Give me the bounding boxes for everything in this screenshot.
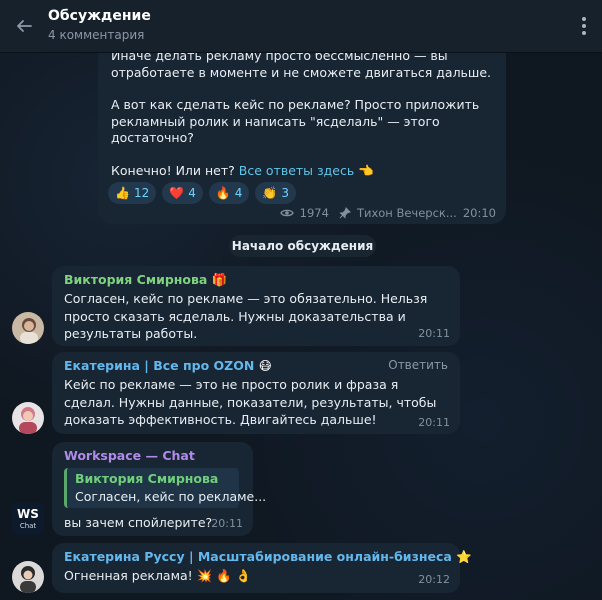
comment-text: Кейс по рекламе — это не просто ролик и … [64, 377, 437, 427]
quote-text: Согласен, кейс по рекламе... [75, 489, 267, 504]
view-count: 1974 [299, 206, 329, 220]
comment-text: Согласен, кейс по рекламе — это обязател… [64, 291, 428, 341]
comment-author-row: Екатерина | Все про OZON 😷 [64, 358, 272, 373]
channel-post[interactable]: Иначе делать рекламу просто бессмысленно… [98, 38, 506, 224]
post-meta: 1974 Тихон Вечерск... 20:10 [279, 206, 496, 220]
reaction-clap[interactable]: 👏 3 [255, 182, 297, 204]
comment-text: вы зачем спойлерите? [64, 515, 213, 530]
user-photo-icon [12, 561, 44, 593]
comment-author[interactable]: Виктория Смирнова [64, 272, 207, 287]
user-photo-icon [12, 312, 44, 344]
avatar[interactable] [12, 312, 44, 344]
arrow-left-icon [17, 20, 32, 32]
back-button[interactable] [12, 14, 36, 38]
post-text: Иначе делать рекламу просто бессмысленно… [111, 48, 496, 195]
comment-time: 20:11 [418, 416, 450, 429]
reaction-fire[interactable]: 🔥 4 [208, 182, 250, 204]
more-vertical-icon [582, 17, 586, 21]
comment-bubble[interactable]: Екатерина Руссу | Масштабирование онлайн… [52, 543, 472, 593]
comment-author-row: Екатерина Руссу | Масштабирование онлайн… [64, 549, 472, 565]
quote-author: Виктория Смирнова [75, 471, 219, 486]
reaction-count: 3 [281, 186, 290, 200]
comment-author[interactable]: Екатерина | Все про OZON [64, 358, 254, 373]
ws-logo-text: WS [17, 507, 39, 521]
avatar[interactable]: WS Chat [12, 503, 44, 535]
ws-logo-subtext: Chat [19, 522, 37, 530]
reaction-heart[interactable]: ❤️ 4 [162, 182, 203, 204]
comment-bubble[interactable]: Workspace — Chat Виктория Смирнова Согла… [52, 442, 266, 536]
pointing-hand-icon: 👈 [358, 162, 374, 178]
avatar[interactable] [12, 402, 44, 434]
clap-icon: 👏 [262, 186, 278, 200]
comment-author[interactable]: Екатерина Руссу | Масштабирование онлайн… [64, 549, 452, 564]
post-author: Тихон Вечерск... [356, 206, 457, 220]
reply-button[interactable]: Ответить [388, 358, 448, 372]
comment-count: 4 комментария [48, 28, 145, 42]
comment-bubble[interactable]: Виктория Смирнова 🎁 Согласен, кейс по ре… [52, 266, 460, 346]
all-answers-link[interactable]: Все ответы здесь [239, 163, 354, 178]
comment-time: 20:12 [418, 573, 450, 586]
eye-icon [279, 209, 294, 217]
explosion-fire-ok-icons: 💥 🔥 👌 [196, 568, 252, 583]
star-icon: ⭐ [456, 549, 472, 564]
top-bar: Обсуждение 4 комментария [0, 0, 602, 53]
more-menu-button[interactable] [576, 14, 592, 38]
post-question: Конечно! Или нет? [111, 162, 235, 178]
user-photo-icon [12, 402, 44, 434]
mask-face-icon: 😷 [258, 358, 272, 373]
reactions-bar: 👍 12 ❤️ 4 🔥 4 👏 3 [108, 182, 297, 204]
reaction-count: 4 [188, 186, 196, 200]
discussion-start-label: Начало обсуждения [229, 235, 376, 257]
reaction-count: 4 [234, 186, 243, 200]
comment-text: Огненная реклама! 💥 🔥 👌 [64, 567, 251, 585]
comment-author-row: Виктория Смирнова 🎁 [64, 272, 227, 288]
reply-quote[interactable]: Виктория Смирнова Согласен, кейс по рекл… [64, 468, 266, 508]
comment-bubble[interactable]: Екатерина | Все про OZON 😷 Ответить Кейс… [52, 352, 460, 434]
thumbs-up-icon: 👍 [115, 186, 130, 200]
comment-author[interactable]: Workspace — Chat [64, 448, 195, 463]
comment-author-row: Workspace — Chat [64, 448, 195, 463]
post-last-line: Конечно! Или нет? Все ответы здесь 👈 [111, 163, 496, 180]
comment-time: 20:11 [418, 327, 450, 340]
reaction-thumbs-up[interactable]: 👍 12 [108, 182, 157, 204]
reaction-count: 12 [133, 186, 150, 200]
avatar[interactable] [12, 561, 44, 593]
heart-icon: ❤️ [169, 186, 185, 200]
post-paragraph: А вот как сделать кейс по рекламе? Прост… [111, 97, 480, 145]
page-title: Обсуждение [48, 8, 151, 24]
post-time: 20:10 [462, 206, 496, 220]
gift-icon: 🎁 [211, 272, 228, 287]
comment-text-content: Огненная реклама! [64, 568, 193, 583]
pin-icon [339, 207, 351, 219]
comment-time: 20:11 [211, 517, 243, 530]
fire-icon: 🔥 [215, 186, 231, 200]
